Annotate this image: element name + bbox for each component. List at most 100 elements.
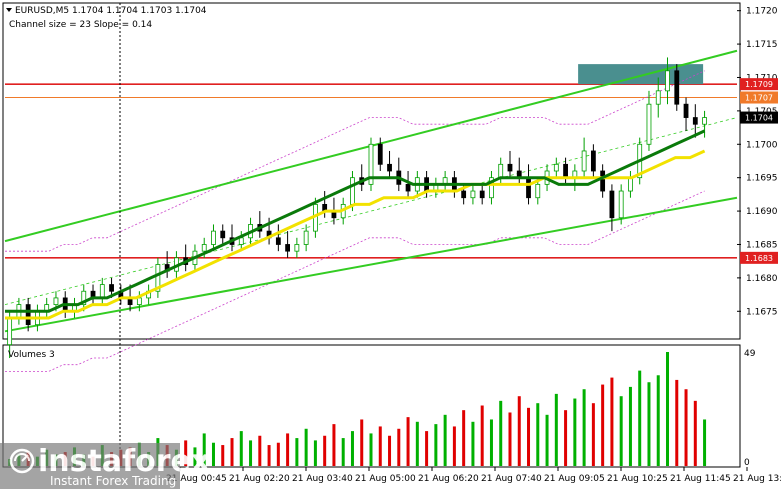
time-tick-label: 21 Aug 13:05: [733, 474, 781, 484]
candle-body: [220, 230, 226, 239]
candle-body: [646, 103, 652, 145]
price-tag-label: 1.1683: [745, 254, 773, 263]
price-tick-label: 1.1690: [746, 207, 778, 217]
candle-body: [674, 70, 680, 105]
symbol-header: EURUSD,M5 1.1704 1.1704 1.1703 1.1704: [15, 6, 207, 16]
volume-bar: [517, 396, 521, 466]
candle-body: [683, 103, 689, 118]
candle-body: [702, 117, 707, 125]
candle-body: [692, 117, 698, 125]
candle-body: [211, 230, 216, 245]
volume-bar: [258, 435, 262, 466]
candle-body: [581, 150, 587, 172]
volume-bar: [536, 403, 540, 466]
volume-bar: [703, 419, 707, 466]
volume-bar: [295, 438, 299, 466]
volume-bar: [628, 386, 632, 466]
volume-bar: [378, 426, 382, 466]
time-tick-label: 21 Aug 10:25: [607, 474, 668, 484]
candle-body: [563, 163, 568, 179]
price-level-tag: 1.1683: [740, 251, 778, 264]
volume-bar: [610, 377, 614, 466]
volume-bar: [619, 396, 623, 466]
price-chart: 1.17201.17151.17101.17051.17001.16951.16…: [0, 0, 781, 489]
candle-body: [665, 70, 670, 92]
volume-bar: [480, 405, 484, 466]
volume-bar: [591, 403, 595, 466]
volume-bar: [656, 375, 660, 466]
candle-body: [25, 304, 31, 326]
candle-body: [655, 90, 661, 105]
candle-body: [238, 237, 244, 245]
volume-bar: [249, 440, 253, 466]
volume-bar: [230, 438, 234, 466]
candle-body: [600, 170, 606, 192]
price-tag-label: 1.1704: [745, 114, 773, 123]
candle-body: [377, 143, 383, 165]
watermark: instaforex Instant Forex Trading: [0, 443, 210, 489]
volume-bar: [341, 438, 345, 466]
volume-min-label: 0: [744, 458, 750, 468]
price-tick-label: 1.1720: [746, 7, 778, 17]
volume-bar: [239, 431, 243, 466]
price-tick-label: 1.1675: [746, 307, 778, 317]
watermark-tagline: Instant Forex Trading: [50, 474, 176, 488]
volume-bar: [573, 398, 577, 466]
channel-info: Channel size = 23 Slope = 0.14: [9, 20, 152, 30]
candle-body: [285, 244, 291, 252]
target-zone: [578, 64, 704, 85]
volume-bar: [675, 379, 679, 466]
candle-body: [275, 237, 281, 245]
candle-body: [628, 177, 633, 192]
volume-bar: [332, 424, 336, 466]
time-tick-label: 21 Aug 09:05: [544, 474, 605, 484]
volume-bar: [360, 419, 364, 466]
candle-body: [387, 163, 392, 172]
time-tick-label: 21 Aug 06:20: [418, 474, 479, 484]
price-tick-label: 1.1685: [746, 240, 778, 250]
candle-body: [553, 163, 559, 172]
candle-body: [109, 284, 114, 292]
candle-body: [535, 183, 541, 199]
volume-bar: [471, 421, 475, 466]
volume-bar: [582, 389, 586, 466]
volume-bar: [684, 389, 688, 466]
candle-body: [590, 150, 596, 172]
volume-bar: [286, 433, 290, 466]
volume-bar: [508, 412, 512, 466]
price-tag-label: 1.1709: [745, 80, 773, 89]
candle-body: [507, 163, 513, 172]
candle: [674, 64, 680, 111]
volume-panel-label: Volumes 3: [8, 350, 55, 360]
volume-bar: [545, 414, 549, 466]
volume-bar: [499, 400, 503, 466]
volume-bar: [527, 407, 531, 466]
chart-svg: 1.17201.17151.17101.17051.17001.16951.16…: [0, 0, 781, 489]
volume-bar: [415, 421, 419, 466]
candle-body: [303, 230, 309, 245]
volume-bar: [369, 433, 373, 466]
volume-bar: [564, 410, 568, 466]
candle-body: [136, 297, 142, 306]
candle-body: [53, 297, 59, 306]
volume-bar: [350, 431, 354, 466]
time-tick-label: 21 Aug 07:40: [481, 474, 542, 484]
volume-bar: [211, 442, 215, 466]
candle-body: [461, 190, 467, 199]
candle-body: [526, 177, 531, 199]
volume-bar: [489, 419, 493, 466]
candle-body: [294, 244, 300, 252]
price-level-tag: 1.1709: [740, 78, 778, 91]
volume-bar: [304, 428, 308, 466]
volume-bar: [666, 352, 670, 466]
volume-max-label: 49: [744, 349, 756, 359]
volume-bar: [397, 428, 401, 466]
time-tick-label: 21 Aug 03:40: [292, 474, 353, 484]
candle-body: [201, 244, 207, 252]
volume-bar: [554, 393, 558, 466]
candle-body: [609, 190, 615, 219]
candle-body: [498, 163, 504, 179]
price-level-tag: 1.1707: [740, 91, 778, 104]
price-tick-label: 1.1695: [746, 174, 778, 184]
price-tick-label: 1.1715: [746, 40, 778, 50]
